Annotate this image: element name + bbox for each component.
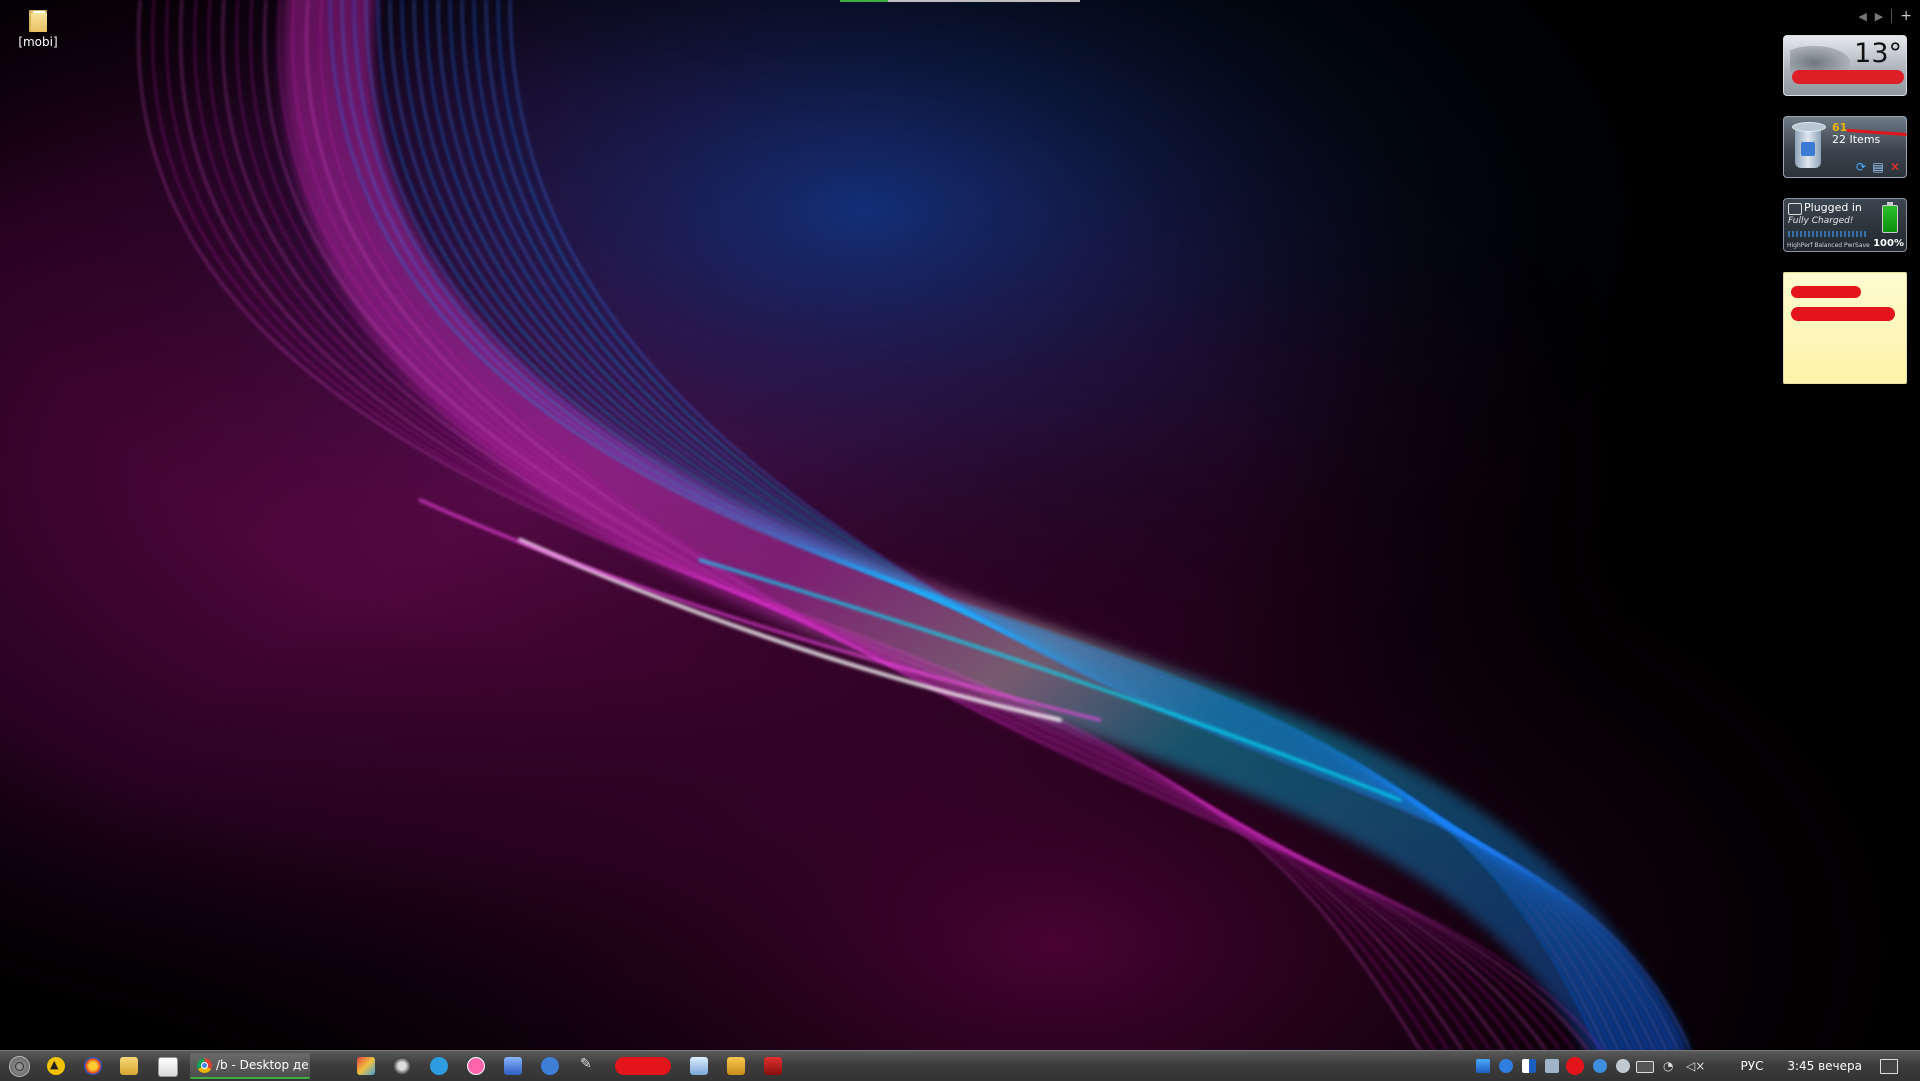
folder-icon[interactable]: [727, 1057, 745, 1075]
plug-icon: [1788, 203, 1802, 215]
taskbar-redacted: [615, 1057, 671, 1075]
update-icon[interactable]: [1593, 1059, 1607, 1073]
shield-icon[interactable]: [1476, 1059, 1490, 1073]
prev-gadget-icon[interactable]: ◀: [1858, 10, 1866, 23]
volume-muted-icon[interactable]: ◁×: [1686, 1059, 1705, 1073]
battery-icon: [1882, 202, 1898, 233]
monitor-icon[interactable]: [504, 1057, 522, 1075]
qbittorrent-icon[interactable]: [541, 1057, 559, 1075]
system-tray: ◔ ◁× РУС 3:45 вечера: [1460, 1051, 1920, 1081]
skype-icon[interactable]: [430, 1057, 448, 1075]
wifi-icon[interactable]: ◔: [1663, 1059, 1677, 1073]
note-text-redacted: [1791, 286, 1861, 298]
yandex-icon[interactable]: [84, 1057, 102, 1075]
weather-location-redacted: [1792, 70, 1904, 84]
recycle-bin-items: 22 Items: [1832, 133, 1881, 146]
desktop[interactable]: [mobi] ◀ ▶ + 13° 61. 22 Items ⟳ ▤ ✕ Plug…: [0, 0, 1920, 1050]
gadget-controls: ◀ ▶ +: [1858, 8, 1912, 24]
battery-tray-icon[interactable]: [1636, 1061, 1654, 1073]
avast-icon[interactable]: [47, 1057, 65, 1075]
steam-icon[interactable]: [393, 1057, 411, 1075]
add-gadget-icon[interactable]: +: [1900, 8, 1912, 24]
weather-temperature: 13°: [1854, 38, 1902, 69]
refresh-icon[interactable]: ⟳: [1854, 160, 1868, 174]
battery-percent: 100%: [1873, 238, 1904, 249]
tray-redacted: [1566, 1057, 1584, 1075]
clock[interactable]: 3:45 вечера: [1787, 1059, 1862, 1073]
osu-icon[interactable]: [467, 1057, 485, 1075]
language-indicator[interactable]: РУС: [1732, 1059, 1772, 1073]
battery-status: Plugged in: [1804, 201, 1862, 214]
battery-gadget[interactable]: Plugged in Fully Charged! HighPerf Balan…: [1783, 198, 1907, 252]
recycle-bin-icon: [1790, 122, 1826, 172]
taskbar: /b - Desktop десктоп ... ◔ ◁× РУС 3:45 в…: [0, 1050, 1920, 1081]
next-gadget-icon[interactable]: ▶: [1875, 10, 1883, 23]
note-text-redacted: [1791, 307, 1895, 321]
wallpaper: [0, 0, 1920, 1050]
desktop-icon-mobi[interactable]: [mobi]: [12, 8, 64, 49]
empty-icon[interactable]: ✕: [1888, 160, 1902, 174]
power-modes: HighPerf Balanced PwrSave: [1787, 242, 1870, 249]
cloud-icon[interactable]: [1616, 1059, 1630, 1073]
start-orb[interactable]: [9, 1056, 30, 1077]
sticky-note-gadget[interactable]: [1783, 272, 1907, 384]
top-strip: [840, 0, 1080, 2]
settings-icon[interactable]: ▤: [1871, 160, 1885, 174]
security-icon[interactable]: [1522, 1059, 1536, 1073]
weather-gadget[interactable]: 13°: [1783, 35, 1907, 96]
chrome-icon: [197, 1058, 212, 1073]
battery-meter: [1788, 231, 1868, 237]
tool-icon[interactable]: [578, 1056, 596, 1075]
network-icon[interactable]: [1545, 1059, 1559, 1073]
notes-icon[interactable]: [158, 1057, 178, 1077]
desktop-icon-label: [mobi]: [18, 35, 58, 49]
notification-icon[interactable]: [1880, 1059, 1898, 1074]
bluetooth-icon[interactable]: [1499, 1059, 1513, 1073]
paint-icon[interactable]: [357, 1057, 375, 1075]
window-icon[interactable]: [690, 1057, 708, 1075]
folder-icon: [27, 8, 49, 32]
app-icon[interactable]: [764, 1057, 782, 1075]
recycle-bin-gadget[interactable]: 61. 22 Items ⟳ ▤ ✕: [1783, 116, 1908, 178]
active-window-title: /b - Desktop десктоп ...: [216, 1058, 308, 1072]
battery-charged-text: Fully Charged!: [1788, 216, 1854, 226]
explorer-icon[interactable]: [120, 1057, 138, 1075]
